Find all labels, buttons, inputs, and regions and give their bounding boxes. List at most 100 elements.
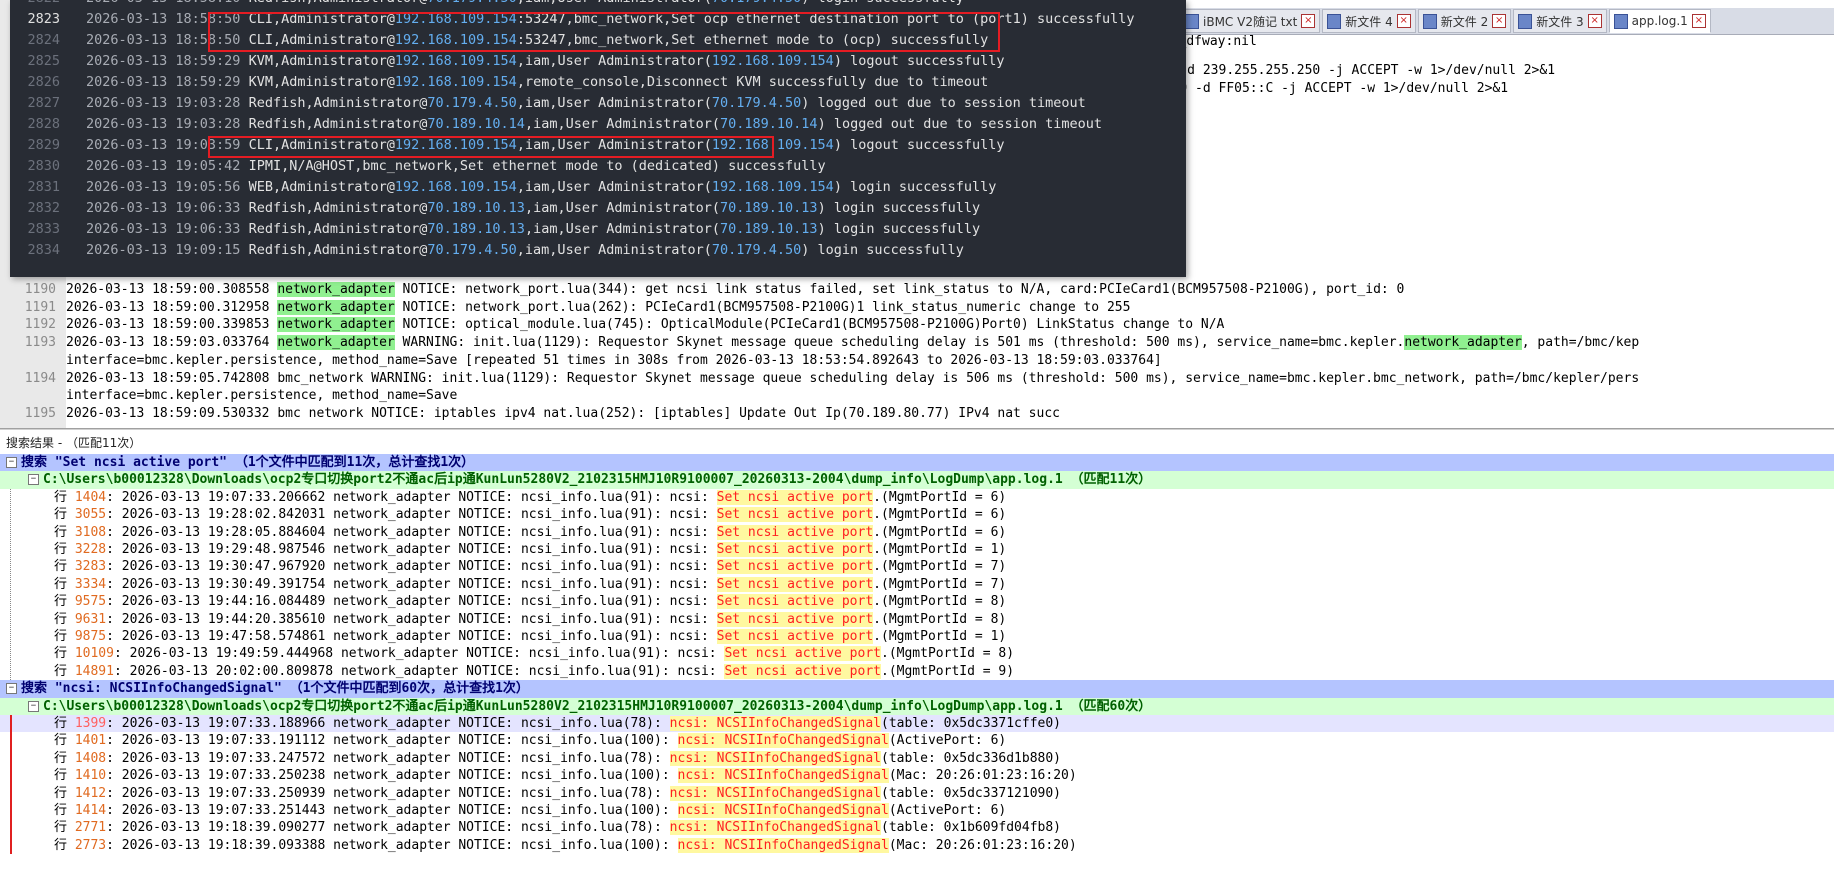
- search-results-panel[interactable]: 搜索结果 - （匹配11次） − 搜索 "Set ncsi active port…: [0, 432, 1834, 879]
- hit-match: ncsi: NCSIInfoChangedSignal: [677, 768, 889, 784]
- tab-0[interactable]: iBMC V2随记 txt ×: [1180, 9, 1321, 33]
- line-prefix: 行: [54, 733, 75, 749]
- search-hit-row[interactable]: 行 1401: 2026-03-13 19:07:33.191112 netwo…: [0, 732, 1834, 749]
- hit-line-number: 3055: [74, 507, 107, 523]
- hit-text: .(MgmtPortId = 6): [873, 489, 1007, 505]
- line-text: interface=bmc.kepler.persistence, method…: [66, 352, 1162, 368]
- line-number: 2831: [27, 179, 60, 195]
- collapse-icon[interactable]: −: [28, 700, 39, 712]
- search-hit-row[interactable]: 行 3334: 2026-03-13 19:30:49.391754 netwo…: [0, 576, 1834, 593]
- code-line[interactable]: interface=bmc.kepler.persistence, method…: [0, 386, 1834, 406]
- search-hit-row[interactable]: 行 1404: 2026-03-13 19:07:33.206662 netwo…: [0, 489, 1834, 506]
- search-hit-row[interactable]: 行 9631: 2026-03-13 19:44:20.385610 netwo…: [0, 611, 1834, 628]
- line-text: 2026-03-13 18:59:03.033764: [66, 335, 278, 351]
- hit-match: ncsi: NCSIInfoChangedSignal: [669, 785, 881, 801]
- search-hit-row[interactable]: 行 2773: 2026-03-13 19:18:39.093388 netwo…: [0, 837, 1834, 854]
- ip-address: 70.189.10.14: [720, 116, 818, 132]
- log-row: 2832 2026-03-13 19:06:33 Redfish,Administ…: [10, 198, 1186, 219]
- line-text: NOTICE: network_port.lua(262): PCIeCard1…: [394, 299, 1131, 315]
- search-hit-row[interactable]: 行 3228: 2026-03-13 19:29:48.987546 netwo…: [0, 541, 1834, 558]
- code-line[interactable]: 1194 2026-03-13 18:59:05.742808 bmc_netwo…: [0, 368, 1834, 388]
- close-icon[interactable]: ×: [1587, 14, 1602, 28]
- search-hit-row[interactable]: 行 1408: 2026-03-13 19:07:33.247572 netwo…: [0, 750, 1834, 767]
- file-icon: [1185, 13, 1199, 29]
- hit-line-number: 9875: [74, 629, 107, 644]
- search-hit-row[interactable]: 行 1412: 2026-03-13 19:07:33.250939 netwo…: [0, 785, 1834, 802]
- file-icon: [1327, 13, 1342, 29]
- hit-match: Set ncsi active port: [716, 594, 874, 610]
- code-line[interactable]: 1193 2026-03-13 18:59:03.033764 network_a…: [0, 333, 1834, 353]
- collapse-icon[interactable]: −: [6, 457, 17, 468]
- tab-1[interactable]: 新文件 4 ×: [1322, 9, 1416, 33]
- tab-4[interactable]: app.log.1 ×: [1608, 9, 1711, 33]
- search-highlight: network_adapter: [277, 335, 395, 351]
- search-query-text: 搜索 "Set ncsi active port" （1个文件中匹配到11次，总…: [21, 455, 475, 470]
- search-hit-row[interactable]: 行 1414: 2026-03-13 19:07:33.251443 netwo…: [0, 802, 1834, 819]
- line-text: WARNING: init.lua(1129): Requestor Skyne…: [394, 335, 1405, 351]
- search-file-row[interactable]: − C:\Users\b00012328\Downloads\ocp2专口切换po…: [0, 697, 1834, 715]
- log-row: 2830 2026-03-13 19:05:42 IPMI,N/A@HOST,bm…: [10, 156, 1186, 177]
- collapse-icon[interactable]: −: [6, 683, 17, 695]
- search-hit-row[interactable]: 行 3283: 2026-03-13 19:30:47.967920 netwo…: [0, 558, 1834, 575]
- code-line[interactable]: 1192 2026-03-13 18:59:00.339853 network_a…: [0, 315, 1834, 335]
- ip-address: 70.179.4.50: [427, 0, 516, 6]
- hit-line-number: 1414: [74, 803, 107, 818]
- search-query-row[interactable]: − 搜索 "ncsi: NCSIInfoChangedSignal" （1个文件中…: [0, 680, 1834, 698]
- tab-label: 新文件 4: [1345, 14, 1393, 29]
- line-prefix: 行: [54, 629, 75, 644]
- hit-text: 2026-03-13 19:49:59.444968 network_adapt…: [129, 646, 725, 662]
- log-text: ) login successfully: [817, 200, 981, 216]
- code-line[interactable]: 1195 2026-03-13 18:59:09.530332 bmc netwo…: [0, 403, 1834, 423]
- search-hit-row[interactable]: 行 2771: 2026-03-13 19:18:39.090277 netwo…: [0, 819, 1834, 836]
- log-text: WEB,Administrator@: [248, 179, 395, 195]
- search-query-row[interactable]: − 搜索 "Set ncsi active port" （1个文件中匹配到11次，…: [0, 454, 1834, 472]
- hit-line-number: 2771: [74, 820, 107, 836]
- line-number: 2823: [27, 11, 60, 27]
- ip-address: 192.168.109.154: [711, 53, 834, 69]
- ip-address: 70.189.10.13: [427, 200, 525, 216]
- log-text: ,iam,User Administrator(: [516, 53, 712, 69]
- hit-text: (ActivePort: 6): [888, 803, 1007, 818]
- close-icon[interactable]: ×: [1492, 14, 1507, 28]
- line-text: 2026-03-13 18:59:00.312958: [66, 299, 278, 315]
- hit-text: 2026-03-13 19:07:33.250939 network_adapt…: [121, 785, 670, 801]
- search-hit-row[interactable]: 行 3108: 2026-03-13 19:28:05.884604 netwo…: [0, 524, 1834, 541]
- hit-line-number: 14891: [74, 663, 114, 679]
- search-hit-row[interactable]: 行 1410: 2026-03-13 19:07:33.250238 netwo…: [0, 767, 1834, 784]
- hit-line-number: 3108: [74, 524, 107, 540]
- search-hit-row[interactable]: 行 9575: 2026-03-13 19:44:16.084489 netwo…: [0, 593, 1834, 610]
- pane-splitter[interactable]: [0, 428, 1834, 430]
- hit-text: .(MgmtPortId = 8): [873, 594, 1007, 610]
- code-line[interactable]: interface=bmc.kepler.persistence, method…: [0, 350, 1834, 370]
- search-highlight: network_adapter: [277, 317, 395, 333]
- hit-text: (table: 0x5dc336d1b880): [881, 750, 1062, 766]
- hit-text: .(MgmtPortId = 6): [873, 507, 1007, 523]
- search-hit-row[interactable]: 行 14891: 2026-03-13 20:02:00.809878 netw…: [0, 663, 1834, 680]
- log-text: Redfish,Administrator@: [248, 200, 428, 216]
- search-hit-row[interactable]: 行 3055: 2026-03-13 19:28:02.842031 netwo…: [0, 506, 1834, 523]
- log-text: ,iam,User Administrator(: [516, 242, 712, 258]
- line-prefix: 行: [54, 524, 75, 540]
- collapse-icon[interactable]: −: [28, 474, 39, 486]
- search-hit-row[interactable]: 行 10109: 2026-03-13 19:49:59.444968 netw…: [0, 645, 1834, 662]
- tab-2[interactable]: 新文件 2 ×: [1417, 9, 1512, 33]
- close-icon[interactable]: ×: [1691, 14, 1706, 28]
- line-prefix: 行: [54, 820, 75, 836]
- line-prefix: 行: [54, 768, 75, 784]
- line-text: interface=bmc.kepler.persistence, method…: [66, 388, 458, 404]
- search-hit-row[interactable]: 行 1399: 2026-03-13 19:07:33.188966 netwo…: [0, 715, 1834, 733]
- close-icon[interactable]: ×: [1396, 14, 1411, 28]
- search-hit-row[interactable]: 行 9875: 2026-03-13 19:47:58.574861 netwo…: [0, 628, 1834, 645]
- search-file-row[interactable]: − C:\Users\b00012328\Downloads\ocp2专口切换po…: [0, 471, 1834, 489]
- code-line[interactable]: 1190 2026-03-13 18:59:00.308558 network_a…: [0, 280, 1834, 299]
- code-line[interactable]: 1191 2026-03-13 18:59:00.312958 network_a…: [0, 297, 1834, 317]
- tab-3[interactable]: 新文件 3 ×: [1513, 9, 1607, 33]
- close-icon[interactable]: ×: [1301, 14, 1316, 28]
- tab-label: iBMC V2随记 txt: [1203, 14, 1298, 29]
